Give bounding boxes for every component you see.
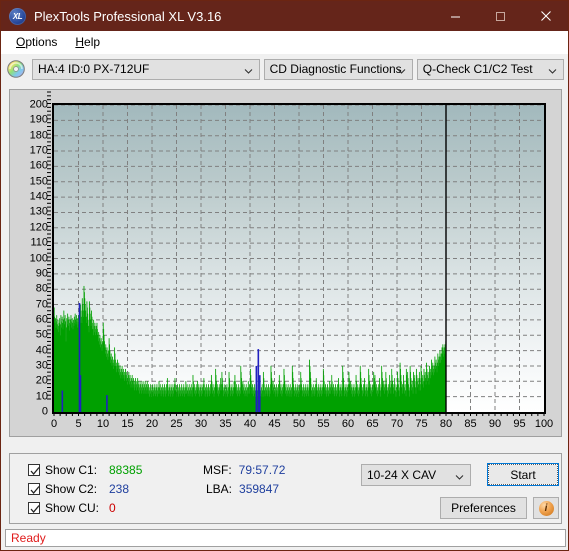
chevron-down-icon xyxy=(548,65,557,74)
chart-panel: 0 10 20 30 40 50 60 70 80 90 100 110 120 130 140 150 160… xyxy=(9,89,562,437)
window-controls xyxy=(433,1,568,31)
status-bar: Ready xyxy=(5,529,566,547)
show-cu-checkbox[interactable] xyxy=(28,502,40,514)
c2-value: 238 xyxy=(109,482,130,496)
stats-panel: Show C1: 88385 Show C2: 238 Show CU: 0 M… xyxy=(9,453,562,524)
start-button[interactable]: Start xyxy=(487,463,559,486)
x-tick-label: 5 xyxy=(75,418,82,430)
x-tick-label: 40 xyxy=(243,418,257,430)
msf-value: 79:57.72 xyxy=(238,463,286,477)
msf-label: MSF: xyxy=(203,463,232,477)
preferences-button[interactable]: Preferences xyxy=(440,497,527,519)
close-button[interactable] xyxy=(523,1,568,31)
test-select-value: Q-Check C1/C2 Test xyxy=(422,62,533,76)
y-tick-label: 0 xyxy=(41,405,48,418)
x-tick-label: 35 xyxy=(219,418,232,430)
x-tick-label: 65 xyxy=(366,418,379,430)
x-tick-label: 85 xyxy=(464,418,477,430)
x-axis-ticks xyxy=(53,412,545,416)
app-icon: XL xyxy=(9,7,26,25)
x-tick-label: 70 xyxy=(390,418,404,430)
x-tick-label: 75 xyxy=(415,418,428,430)
title-bar: XL PlexTools Professional XL V3.16 xyxy=(1,1,568,31)
function-select-value: CD Diagnostic Functions xyxy=(269,62,402,76)
lba-value: 359847 xyxy=(239,482,280,496)
plot-canvas xyxy=(52,103,546,414)
test-select[interactable]: Q-Check C1/C2 Test xyxy=(416,58,564,80)
drive-select[interactable]: HA:4 ID:0 PX-712UF xyxy=(32,58,260,80)
toolbar: HA:4 ID:0 PX-712UF CD Diagnostic Functio… xyxy=(1,54,568,84)
speed-select-value: 10-24 X CAV xyxy=(367,468,437,482)
x-tick-label: 80 xyxy=(439,418,453,430)
x-tick-label: 60 xyxy=(341,418,355,430)
info-icon: i xyxy=(538,500,554,516)
application-window: XL PlexTools Professional XL V3.16 OOpti… xyxy=(0,0,569,551)
y-axis-ticks xyxy=(47,91,51,400)
show-c2-row[interactable]: Show C2: 238 xyxy=(28,482,129,496)
chevron-down-icon xyxy=(397,65,406,74)
x-tick-label: 95 xyxy=(513,418,526,430)
cd-disc-icon xyxy=(6,59,26,79)
x-tick-label: 55 xyxy=(317,418,330,430)
x-tick-label: 100 xyxy=(534,418,554,430)
function-select[interactable]: CD Diagnostic Functions xyxy=(263,58,413,80)
status-text: Ready xyxy=(11,531,46,545)
x-tick-label: 20 xyxy=(145,418,159,430)
menu-item-options[interactable]: OOptionsptions xyxy=(7,33,66,51)
x-tick-label: 25 xyxy=(170,418,183,430)
show-c2-checkbox[interactable] xyxy=(28,483,40,495)
x-tick-label: 90 xyxy=(488,418,502,430)
cu-value: 0 xyxy=(109,501,116,515)
plot-area xyxy=(52,103,546,414)
info-button[interactable]: i xyxy=(533,497,559,519)
preferences-button-label: Preferences xyxy=(451,501,516,515)
show-cu-label: Show CU: xyxy=(45,501,100,515)
x-tick-label: 0 xyxy=(50,418,58,430)
msf-row: MSF: 79:57.72 xyxy=(203,463,285,477)
menu-bar: OOptionsptions HHelpelp xyxy=(1,31,568,54)
lba-label: LBA: xyxy=(206,482,233,496)
start-button-label: Start xyxy=(510,467,536,482)
chevron-down-icon xyxy=(455,471,464,480)
chevron-down-icon xyxy=(244,65,253,74)
x-tick-label: 15 xyxy=(121,418,134,430)
x-tick-label: 45 xyxy=(268,418,281,430)
x-tick-label: 30 xyxy=(194,418,208,430)
show-c1-label: Show C1: xyxy=(45,463,98,477)
window-title: PlexTools Professional XL V3.16 xyxy=(34,8,222,24)
show-c1-row[interactable]: Show C1: 88385 xyxy=(28,463,142,477)
drive-select-value: HA:4 ID:0 PX-712UF xyxy=(38,62,150,76)
maximize-button[interactable] xyxy=(478,1,523,31)
minimize-button[interactable] xyxy=(433,1,478,31)
c1-value: 88385 xyxy=(109,463,143,477)
menu-item-help[interactable]: HHelpelp xyxy=(66,33,109,51)
x-tick-label: 50 xyxy=(292,418,306,430)
x-axis-labels: 0 5 10 15 20 25 30 35 40 45 50 55 60 65 70 75 80 85 90 95 10… xyxy=(50,418,553,434)
show-c1-checkbox[interactable] xyxy=(28,464,40,476)
lba-row: LBA: 359847 xyxy=(206,482,279,496)
x-tick-label: 10 xyxy=(96,418,110,430)
chart-svg xyxy=(54,105,544,412)
y-axis-labels: 0 10 20 30 40 50 60 70 80 90 100 110 120 130 140 150 160… xyxy=(10,99,48,417)
show-cu-row[interactable]: Show CU: 0 xyxy=(28,501,116,515)
speed-select[interactable]: 10-24 X CAV xyxy=(361,464,471,486)
show-c2-label: Show C2: xyxy=(45,482,98,496)
